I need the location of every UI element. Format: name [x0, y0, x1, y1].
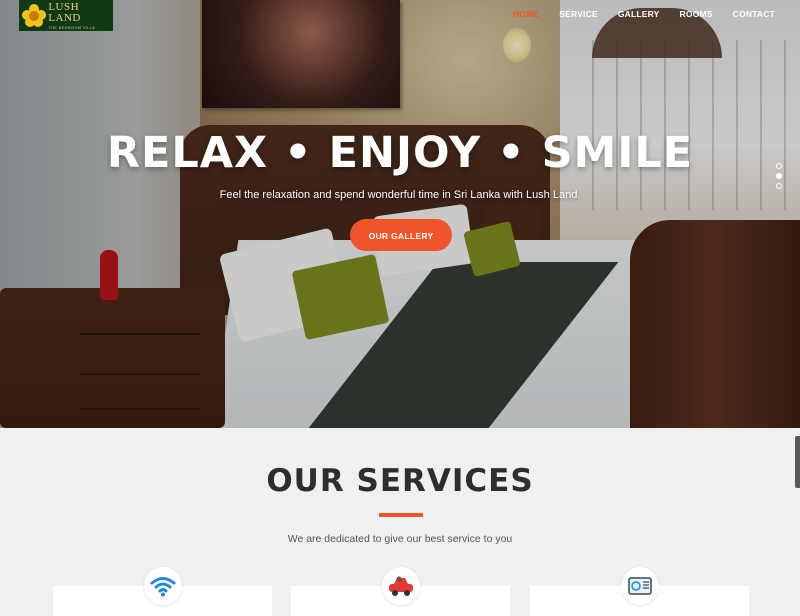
services-subtitle: We are dedicated to give our best servic… — [287, 533, 513, 545]
nav-rooms[interactable]: ROOMS — [670, 7, 723, 21]
air-conditioner-icon — [621, 567, 659, 605]
nav-contact[interactable]: CONTACT — [723, 7, 785, 21]
nav-home[interactable]: HOME — [503, 7, 549, 21]
flower-icon — [22, 3, 46, 28]
slider-dot[interactable] — [776, 183, 782, 189]
slider-dots — [776, 163, 782, 189]
slider-dot[interactable] — [776, 163, 782, 169]
nav-gallery[interactable]: GALLERY — [608, 7, 670, 21]
hero-slider: RELAX • ENJOY • SMILE Feel the relaxatio… — [0, 0, 800, 428]
main-nav: HOME SERVICE GALLERY ROOMS CONTACT — [503, 7, 785, 21]
hero-headline: RELAX • ENJOY • SMILE — [106, 128, 694, 178]
wifi-icon — [144, 567, 182, 605]
nav-service[interactable]: SERVICE — [549, 7, 608, 21]
hero-subline: Feel the relaxation and spend wonderful … — [219, 189, 581, 201]
logo-tagline: THE BEDROOM VILLA — [48, 24, 96, 30]
title-underline — [379, 513, 423, 517]
logo-name: LUSH LAND — [48, 0, 81, 24]
site-logo[interactable]: LUSH LAND THE BEDROOM VILLA — [19, 0, 113, 31]
slider-dot-active[interactable] — [776, 173, 782, 179]
services-title: OUR SERVICES — [266, 463, 534, 499]
car-icon — [382, 567, 420, 605]
our-gallery-button[interactable]: OUR GALLERY — [350, 219, 452, 251]
